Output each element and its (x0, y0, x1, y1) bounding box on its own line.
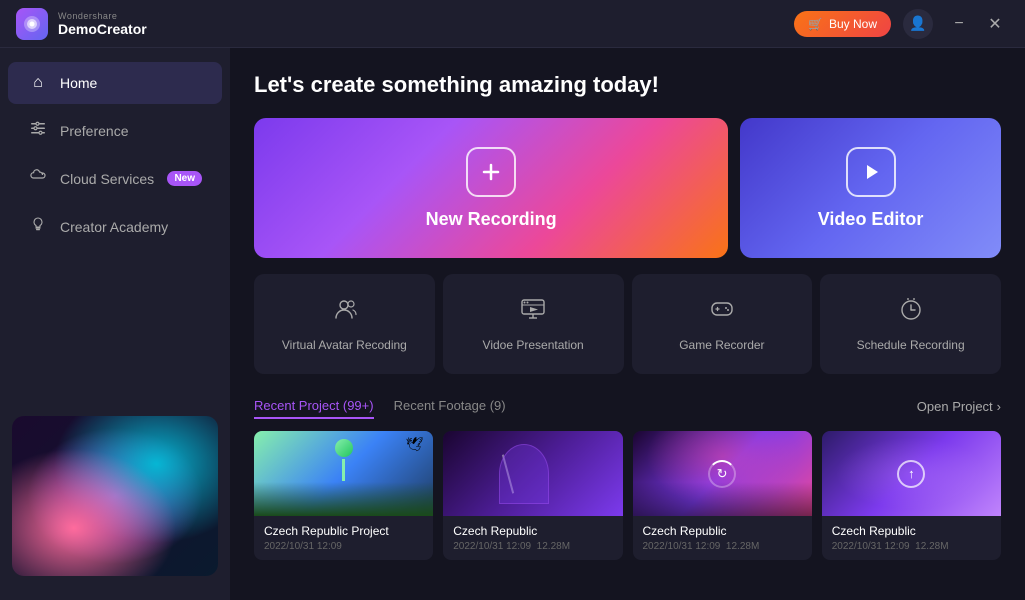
project-meta: 2022/10/31 12:09 12.28M (832, 541, 991, 552)
user-account-button[interactable]: 👤 (903, 9, 933, 39)
sidebar-artwork (12, 416, 218, 576)
video-editor-label: Video Editor (818, 209, 924, 230)
main-content: Let's create something amazing today! Ne… (230, 48, 1025, 600)
titlebar: Wondershare DemoCreator 🛒 Buy Now 👤 − ✕ (0, 0, 1025, 48)
new-badge: New (167, 171, 202, 186)
sidebar-item-label: Creator Academy (60, 219, 202, 235)
virtual-avatar-label: Virtual Avatar Recoding (282, 338, 407, 352)
game-recorder-card[interactable]: Game Recorder (632, 274, 813, 374)
creator-icon (28, 216, 48, 237)
project-meta: 2022/10/31 12:09 12.28M (643, 541, 802, 552)
project-name: Czech Republic (832, 524, 991, 538)
hero-cards: New Recording Video Editor (254, 118, 1001, 258)
video-presentation-card[interactable]: Vidoe Presentation (443, 274, 624, 374)
upload-icon: ↑ (897, 460, 925, 488)
sidebar: ⌂ Home Preference (0, 48, 230, 600)
project-info: Czech Republic 2022/10/31 12:09 12.28M (443, 516, 622, 560)
project-size: 12.28M (915, 541, 948, 552)
project-thumbnail: ↑ (822, 431, 1001, 516)
app-branding: Wondershare DemoCreator (16, 8, 147, 40)
virtual-avatar-icon (331, 296, 357, 328)
feature-cards: Virtual Avatar Recoding Vidoe Presentati (254, 274, 1001, 374)
page-title: Let's create something amazing today! (254, 72, 1001, 98)
brand-bottom: DemoCreator (58, 21, 147, 37)
tab-recent-footage[interactable]: Recent Footage (9) (394, 394, 506, 419)
project-info: Czech Republic 2022/10/31 12:09 12.28M (822, 516, 1001, 560)
schedule-recording-label: Schedule Recording (857, 338, 965, 352)
project-thumbnail (443, 431, 622, 516)
game-recorder-label: Game Recorder (679, 338, 764, 352)
recent-header: Recent Project (99+) Recent Footage (9) … (254, 394, 1001, 419)
new-recording-icon (466, 147, 516, 197)
project-thumbnail: ↻ (633, 431, 812, 516)
recent-tabs: Recent Project (99+) Recent Footage (9) (254, 394, 526, 419)
schedule-recording-card[interactable]: Schedule Recording (820, 274, 1001, 374)
project-size: 12.28M (726, 541, 759, 552)
cart-icon: 🛒 (808, 17, 823, 31)
project-name: Czech Republic Project (264, 524, 423, 538)
new-recording-label: New Recording (426, 209, 557, 230)
minimize-button[interactable]: − (945, 10, 973, 38)
project-info: Czech Republic 2022/10/31 12:09 12.28M (633, 516, 812, 560)
project-card[interactable]: ↑ Czech Republic 2022/10/31 12:09 12.28M (822, 431, 1001, 560)
virtual-avatar-card[interactable]: Virtual Avatar Recoding (254, 274, 435, 374)
brand-top: Wondershare (58, 11, 147, 21)
video-editor-icon (846, 147, 896, 197)
cloud-icon (28, 169, 48, 188)
chevron-right-icon: › (997, 399, 1001, 414)
sidebar-item-label: Cloud Services (60, 171, 155, 187)
project-grid: 🕊 Czech Republic Project 2022/10/31 12:0… (254, 431, 1001, 560)
titlebar-controls: 🛒 Buy Now 👤 − ✕ (794, 9, 1009, 39)
project-card[interactable]: 🕊 Czech Republic Project 2022/10/31 12:0… (254, 431, 433, 560)
preference-icon (28, 120, 48, 141)
project-date: 2022/10/31 12:09 (453, 541, 531, 552)
app-name: Wondershare DemoCreator (58, 11, 147, 37)
project-thumbnail: 🕊 (254, 431, 433, 516)
sidebar-item-creator[interactable]: Creator Academy (8, 204, 222, 249)
app-logo (16, 8, 48, 40)
sidebar-item-label: Preference (60, 123, 202, 139)
project-info: Czech Republic Project 2022/10/31 12:09 (254, 516, 433, 560)
project-date: 2022/10/31 12:09 (264, 541, 423, 552)
buy-now-button[interactable]: 🛒 Buy Now (794, 11, 891, 37)
game-recorder-icon (709, 296, 735, 328)
main-layout: ⌂ Home Preference (0, 48, 1025, 600)
loading-icon: ↻ (708, 460, 736, 488)
user-icon: 👤 (909, 15, 926, 32)
tab-recent-project[interactable]: Recent Project (99+) (254, 394, 374, 419)
artwork-swirl (12, 416, 218, 576)
project-date: 2022/10/31 12:09 (643, 541, 721, 552)
project-size: 12.28M (537, 541, 570, 552)
open-project-label: Open Project (917, 399, 993, 414)
sidebar-item-preference[interactable]: Preference (8, 108, 222, 153)
close-button[interactable]: ✕ (981, 10, 1009, 38)
video-presentation-icon (520, 296, 546, 328)
project-card[interactable]: Czech Republic 2022/10/31 12:09 12.28M (443, 431, 622, 560)
project-date: 2022/10/31 12:09 (832, 541, 910, 552)
open-project-button[interactable]: Open Project › (917, 399, 1001, 414)
project-name: Czech Republic (643, 524, 802, 538)
new-recording-card[interactable]: New Recording (254, 118, 728, 258)
video-presentation-label: Vidoe Presentation (483, 338, 584, 352)
window-controls: − ✕ (945, 10, 1009, 38)
sidebar-item-home[interactable]: ⌂ Home (8, 62, 222, 104)
sidebar-item-cloud[interactable]: Cloud Services New (8, 157, 222, 200)
buy-now-label: Buy Now (829, 17, 877, 31)
project-name: Czech Republic (453, 524, 612, 538)
home-icon: ⌂ (28, 74, 48, 92)
schedule-recording-icon (898, 296, 924, 328)
sidebar-item-label: Home (60, 75, 202, 91)
video-editor-card[interactable]: Video Editor (740, 118, 1001, 258)
project-card[interactable]: ↻ Czech Republic 2022/10/31 12:09 12.28M (633, 431, 812, 560)
project-meta: 2022/10/31 12:09 12.28M (453, 541, 612, 552)
